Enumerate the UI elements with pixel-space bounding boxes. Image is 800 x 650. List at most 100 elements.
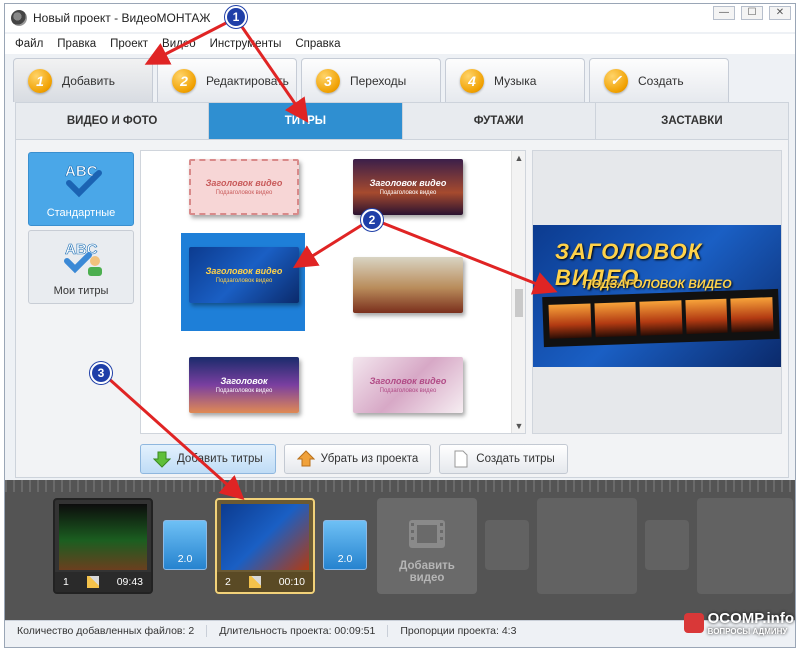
project-ratio: Пропорции проекта: 4:3 bbox=[400, 624, 517, 637]
maximize-button[interactable]: ☐ bbox=[741, 6, 763, 20]
template-title: Заголовок видео bbox=[205, 266, 283, 276]
step-badge: 2 bbox=[172, 68, 196, 93]
sub-tabs: ВИДЕО И ФОТО ТИТРЫ ФУТАЖИ ЗАСТАВКИ bbox=[15, 102, 789, 140]
title-template[interactable]: Заголовок видео Подзаголовок видео bbox=[189, 159, 299, 215]
menu-video[interactable]: Видео bbox=[162, 38, 196, 50]
empty-transition-slot bbox=[645, 520, 689, 570]
abc-user-icon: ABC bbox=[64, 241, 102, 276]
tab-video-photo[interactable]: ВИДЕО И ФОТО bbox=[16, 103, 210, 139]
tab-titles[interactable]: ТИТРЫ bbox=[209, 103, 403, 139]
tab-create[interactable]: ✓ Создать bbox=[589, 58, 729, 102]
title-actions: Добавить титры Убрать из проекта Создать… bbox=[140, 444, 568, 474]
clip-index: 2 bbox=[225, 576, 231, 588]
clip-duration: 09:43 bbox=[116, 576, 143, 588]
step-badge: 1 bbox=[28, 68, 52, 93]
titles-panel: ABC Стандартные ABC Мои титры Заголовок … bbox=[15, 140, 789, 478]
tab-intros[interactable]: ЗАСТАВКИ bbox=[596, 103, 788, 139]
title-preview: ЗАГОЛОВОК ВИДЕО ПОДЗАГОЛОВОК ВИДЕО bbox=[533, 225, 781, 367]
menu-project[interactable]: Проект bbox=[110, 38, 148, 50]
film-icon bbox=[409, 520, 445, 548]
tab-transitions[interactable]: 3 Переходы bbox=[301, 58, 441, 102]
category-label: Стандартные bbox=[46, 207, 116, 219]
files-count: Количество добавленных файлов: 2 bbox=[5, 624, 208, 637]
clip-index: 1 bbox=[63, 576, 69, 588]
empty-clip-slot bbox=[697, 498, 793, 594]
app-window: Новый проект - ВидеоМОНТАЖ — ☐ ✕ Файл Пр… bbox=[4, 3, 796, 648]
step-badge: 3 bbox=[316, 68, 340, 93]
template-title: Заголовок видео bbox=[369, 376, 447, 386]
app-icon bbox=[11, 10, 27, 26]
step-badge: 4 bbox=[460, 68, 484, 93]
template-title: Заголовок видео bbox=[369, 178, 447, 188]
callout-1: 1 bbox=[225, 6, 247, 28]
create-titles-button[interactable]: Создать титры bbox=[439, 444, 568, 474]
tab-edit[interactable]: 2 Редактировать bbox=[157, 58, 297, 102]
category-standard[interactable]: ABC Стандартные bbox=[28, 152, 134, 226]
template-subtitle: Подзаголовок видео bbox=[215, 190, 273, 196]
minimize-button[interactable]: — bbox=[713, 6, 735, 20]
clip-thumbnail bbox=[59, 504, 147, 570]
menu-edit[interactable]: Правка bbox=[57, 38, 96, 50]
title-template[interactable]: Заголовок видео Подзаголовок видео bbox=[353, 159, 463, 215]
template-subtitle: Подзаголовок видео bbox=[379, 388, 437, 394]
pencil-icon[interactable] bbox=[248, 576, 261, 588]
check-icon: ✓ bbox=[604, 68, 628, 93]
tab-label: Музыка bbox=[494, 73, 537, 88]
button-label: Создать титры bbox=[476, 453, 555, 465]
tab-label: Редактировать bbox=[206, 73, 289, 88]
template-title: Заголовок видео bbox=[205, 178, 283, 188]
timeline-clip[interactable]: 1 09:43 bbox=[53, 498, 153, 594]
transition-duration: 2.0 bbox=[337, 553, 353, 565]
watermark-logo-icon bbox=[683, 613, 704, 633]
menu-file[interactable]: Файл bbox=[15, 38, 43, 50]
watermark-text: OCOMP.info bbox=[707, 610, 794, 627]
template-title: Заголовок bbox=[220, 376, 268, 386]
pencil-icon[interactable] bbox=[86, 576, 99, 588]
title-template-selected[interactable]: Заголовок видео Подзаголовок видео bbox=[189, 247, 299, 303]
empty-transition-slot bbox=[485, 520, 529, 570]
preview-subtitle: ПОДЗАГОЛОВОК ВИДЕО bbox=[583, 277, 732, 291]
gallery-scrollbar[interactable]: ▲ ▼ bbox=[511, 151, 525, 433]
scroll-thumb[interactable] bbox=[515, 289, 523, 317]
category-my-titles[interactable]: ABC Мои титры bbox=[28, 230, 134, 304]
remove-from-project-button[interactable]: Убрать из проекта bbox=[283, 444, 432, 474]
tab-footage[interactable]: ФУТАЖИ bbox=[403, 103, 596, 139]
template-subtitle: Подзаголовок видео bbox=[215, 388, 273, 394]
clip-duration: 00:10 bbox=[278, 576, 305, 588]
add-titles-button[interactable]: Добавить титры bbox=[140, 444, 276, 474]
tab-music[interactable]: 4 Музыка bbox=[445, 58, 585, 102]
scroll-up-icon[interactable]: ▲ bbox=[512, 153, 525, 163]
menu-tools[interactable]: Инструменты bbox=[210, 38, 282, 50]
timeline: 1 09:43 2.0 2 00:10 2.0 Добавить видео bbox=[5, 480, 795, 620]
button-label: Убрать из проекта bbox=[320, 453, 419, 465]
menu-help[interactable]: Справка bbox=[295, 38, 340, 50]
template-subtitle: Подзаголовок видео bbox=[215, 278, 273, 284]
tab-label: Создать bbox=[638, 73, 684, 88]
transition-block[interactable]: 2.0 bbox=[323, 520, 367, 570]
title-template[interactable] bbox=[353, 257, 463, 313]
timeline-clip-selected[interactable]: 2 00:10 bbox=[215, 498, 315, 594]
title-template[interactable]: Заголовок видео Подзаголовок видео bbox=[353, 357, 463, 413]
down-arrow-icon bbox=[153, 451, 171, 468]
svg-text:ABC: ABC bbox=[65, 241, 98, 258]
up-arrow-icon bbox=[296, 450, 315, 467]
titles-gallery: Заголовок видео Подзаголовок видео Загол… bbox=[140, 150, 526, 434]
transition-block[interactable]: 2.0 bbox=[163, 520, 207, 570]
watermark-subtext: ВОПРОСЫ АДМИНУ bbox=[707, 627, 788, 636]
transition-duration: 2.0 bbox=[177, 553, 193, 565]
clip-thumbnail bbox=[221, 504, 309, 570]
callout-3: 3 bbox=[90, 362, 112, 384]
add-video-label: Добавить видео bbox=[399, 560, 455, 584]
filmstrip-image bbox=[542, 288, 780, 348]
project-duration: Длительность проекта: 00:09:51 bbox=[207, 624, 389, 637]
scroll-down-icon[interactable]: ▼ bbox=[512, 421, 525, 431]
category-label: Мои титры bbox=[53, 285, 109, 297]
tab-label: Добавить bbox=[62, 73, 116, 88]
timeline-ruler bbox=[5, 480, 795, 492]
tab-add[interactable]: 1 Добавить bbox=[13, 58, 153, 102]
add-video-slot[interactable]: Добавить видео bbox=[377, 498, 477, 594]
tab-label: Переходы bbox=[350, 73, 407, 88]
preview-pane: ЗАГОЛОВОК ВИДЕО ПОДЗАГОЛОВОК ВИДЕО bbox=[532, 150, 782, 434]
close-button[interactable]: ✕ bbox=[769, 6, 791, 20]
title-template[interactable]: Заголовок Подзаголовок видео bbox=[189, 357, 299, 413]
